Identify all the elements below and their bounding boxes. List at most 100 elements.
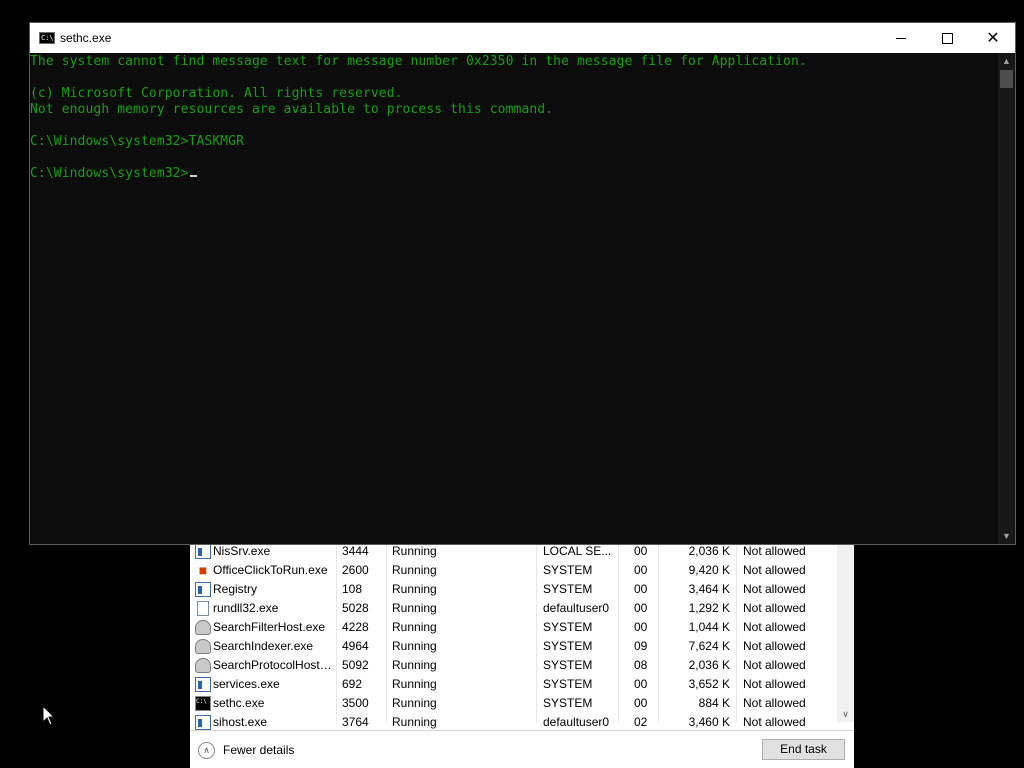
process-row[interactable]: rundll32.exe 5028 Running defaultuser0 00 1,2… (190, 599, 837, 618)
process-user: SYSTEM (543, 677, 593, 691)
process-status: Running (392, 601, 437, 615)
maximize-button[interactable] (924, 23, 970, 53)
console-icon: C:\ (195, 696, 211, 711)
process-status: Running (392, 639, 437, 653)
process-pid: 5028 (342, 601, 369, 615)
process-row[interactable]: SearchProtocolHost.... 5092 Running SYSTEM 0… (190, 656, 837, 675)
process-cpu: 00 (634, 601, 648, 615)
process-user: SYSTEM (543, 639, 593, 653)
process-user: SYSTEM (543, 563, 593, 577)
process-row[interactable]: SearchIndexer.exe 4964 Running SYSTEM 09 7,62… (190, 637, 837, 656)
search-icon (195, 658, 211, 673)
process-status: Running (392, 658, 437, 672)
process-pid: 4228 (342, 620, 369, 634)
scroll-down-arrow-icon[interactable]: ∨ (841, 710, 850, 719)
fewer-details-button[interactable]: ∧ Fewer details (198, 741, 294, 759)
process-status: Running (392, 696, 437, 710)
process-uac-virtualization: Not allowed (743, 658, 806, 672)
process-status: Running (392, 677, 437, 691)
minimize-button[interactable] (878, 23, 924, 53)
process-cpu: 09 (634, 639, 648, 653)
process-name: Registry (213, 582, 258, 596)
chevron-up-icon: ∧ (198, 741, 215, 759)
process-pid: 4964 (342, 639, 369, 653)
process-row[interactable]: services.exe 692 Running SYSTEM 00 3,652 K Not… (190, 675, 837, 694)
office-icon: ■ (198, 563, 208, 578)
console-line: The system cannot find message text for … (30, 54, 807, 69)
process-uac-virtualization: Not allowed (743, 677, 806, 691)
console-scrollbar[interactable]: ▲ ▼ (998, 53, 1015, 544)
process-row[interactable]: Registry 108 Running SYSTEM 00 3,464 K Not all… (190, 580, 837, 599)
process-cpu: 08 (634, 658, 648, 672)
process-row[interactable]: ■ OfficeClickToRun.exe 2600 Running SYSTEM 00… (190, 561, 837, 580)
app-icon (195, 715, 211, 730)
process-user: defaultuser0 (543, 601, 610, 615)
process-memory: 9,420 K (688, 563, 730, 577)
process-memory: 3,652 K (688, 677, 730, 691)
app-icon (195, 544, 211, 559)
process-uac-virtualization: Not allowed (743, 620, 806, 634)
process-name: SearchFilterHost.exe (213, 620, 326, 634)
process-pid: 3500 (342, 696, 369, 710)
process-row[interactable]: C:\ sethc.exe 3500 Running SYSTEM 00 884 K Not … (190, 694, 837, 713)
column-separator (536, 536, 537, 722)
process-name: OfficeClickToRun.exe (213, 563, 328, 577)
process-cpu: 00 (634, 696, 648, 710)
process-cpu: 00 (634, 677, 648, 691)
process-user: SYSTEM (543, 620, 593, 634)
process-memory: 2,036 K (688, 658, 730, 672)
process-name: SearchIndexer.exe (213, 639, 314, 653)
process-list: NisSrv.exe 3444 Running LOCAL SE... 00 2,036 … (190, 542, 837, 732)
search-icon (195, 620, 211, 635)
console-output[interactable]: The system cannot find message text for … (30, 53, 998, 544)
process-row[interactable]: SearchFilterHost.exe 4228 Running SYSTEM 00 1… (190, 618, 837, 637)
mouse-pointer-icon (42, 705, 56, 726)
process-name: sethc.exe (213, 696, 265, 710)
end-task-button[interactable]: End task (762, 739, 845, 760)
process-memory: 3,464 K (688, 582, 730, 596)
process-uac-virtualization: Not allowed (743, 563, 806, 577)
process-status: Running (392, 620, 437, 634)
close-button[interactable]: ✕ (970, 23, 1016, 53)
scrollbar-thumb[interactable] (1000, 70, 1013, 88)
process-name: rundll32.exe (213, 601, 279, 615)
process-list-scrollbar[interactable]: ∨ (837, 536, 854, 722)
process-uac-virtualization: Not allowed (743, 601, 806, 615)
process-pid: 2600 (342, 563, 369, 577)
process-cpu: 00 (634, 582, 648, 596)
console-line: C:\Windows\system32>TASKMGR (30, 134, 245, 149)
task-manager-footer: ∧ Fewer details End task (190, 730, 854, 768)
console-line: Not enough memory resources are availabl… (30, 102, 554, 117)
column-separator (618, 536, 619, 722)
app-icon (195, 677, 211, 692)
process-name: services.exe (213, 677, 280, 691)
process-pid: 692 (342, 677, 363, 691)
document-icon (197, 601, 209, 616)
app-icon (195, 582, 211, 597)
console-title-bar[interactable]: C:\ sethc.exe ✕ (30, 23, 1015, 53)
process-status: Running (392, 582, 437, 596)
process-user: SYSTEM (543, 582, 593, 596)
process-uac-virtualization: Not allowed (743, 639, 806, 653)
column-separator (336, 536, 337, 722)
process-pid: 5092 (342, 658, 369, 672)
process-status: Running (392, 563, 437, 577)
process-memory: 1,044 K (688, 620, 730, 634)
process-cpu: 00 (634, 620, 648, 634)
scroll-down-arrow-icon[interactable]: ▼ (998, 528, 1015, 544)
search-icon (195, 639, 211, 654)
process-memory: 884 K (698, 696, 730, 710)
console-window[interactable]: C:\ sethc.exe ✕ The system cannot find m… (29, 22, 1016, 545)
window-title: sethc.exe (60, 31, 112, 45)
console-app-icon: C:\ (39, 32, 55, 44)
scroll-up-arrow-icon[interactable]: ▲ (998, 53, 1015, 69)
process-user: SYSTEM (543, 696, 593, 710)
close-icon: ✕ (986, 30, 1000, 47)
process-cpu: 00 (634, 563, 648, 577)
column-separator (658, 536, 659, 722)
task-manager-window: NisSrv.exe 3444 Running LOCAL SE... 00 2,036 … (190, 536, 854, 768)
process-name: SearchProtocolHost.... (213, 658, 333, 672)
text-cursor (189, 175, 197, 177)
